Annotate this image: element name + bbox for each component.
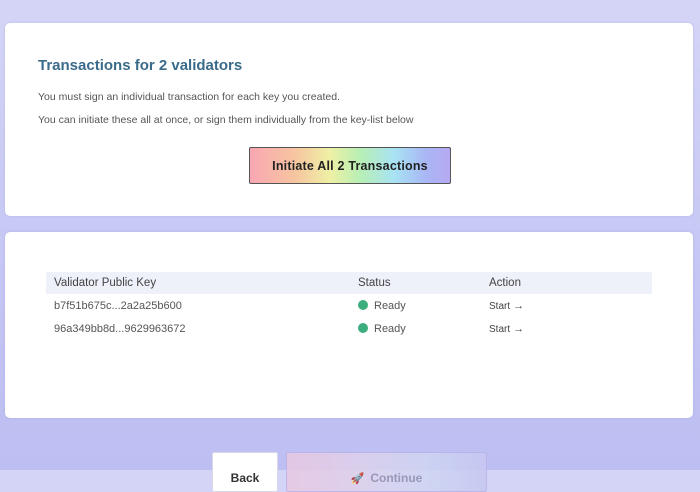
start-label: Start [489, 323, 511, 335]
continue-button[interactable]: 🚀 Continue [286, 452, 487, 492]
status-text: Ready [374, 299, 406, 312]
validator-keys-table: Validator Public Key Status Action b7f51… [46, 272, 652, 340]
action-cell: Start → [481, 294, 652, 317]
start-label: Start [489, 300, 511, 312]
initiate-all-transactions-button[interactable]: Initiate All 2 Transactions [249, 147, 451, 184]
instruction-text-1: You must sign an individual transaction … [38, 91, 340, 103]
table-row: 96a349bb8d...9629963672 Ready Start → [46, 317, 652, 340]
back-button[interactable]: Back [212, 452, 278, 492]
validator-keys-card: Validator Public Key Status Action b7f51… [5, 232, 693, 418]
table-row: b7f51b675c...2a2a25b600 Ready Start → [46, 294, 652, 317]
column-header-action: Action [489, 277, 521, 289]
rocket-icon: 🚀 [350, 473, 365, 485]
status-text: Ready [374, 322, 406, 335]
green-circle-icon [358, 299, 368, 310]
validator-public-key: 96a349bb8d...9629963672 [54, 322, 186, 335]
arrow-right-icon: → [513, 322, 525, 335]
instruction-text-2: You can initiate these all at once, or s… [38, 114, 414, 126]
validator-public-key: b7f51b675c...2a2a25b600 [54, 299, 182, 312]
column-header-public-key: Validator Public Key [54, 277, 157, 289]
page-title: Transactions for 2 validators [38, 57, 243, 74]
continue-label: Continue [370, 471, 423, 485]
arrow-right-icon: → [513, 299, 525, 312]
start-transaction-link[interactable]: Start → [489, 299, 525, 312]
action-cell: Start → [481, 317, 652, 340]
green-circle-icon [358, 322, 368, 333]
column-header-status: Status [358, 277, 391, 289]
status-cell: Ready [350, 317, 481, 340]
start-transaction-link[interactable]: Start → [489, 322, 525, 335]
status-cell: Ready [350, 294, 481, 317]
table-header-row: Validator Public Key Status Action [46, 272, 652, 294]
transactions-summary-card: Transactions for 2 validators You must s… [5, 23, 693, 216]
